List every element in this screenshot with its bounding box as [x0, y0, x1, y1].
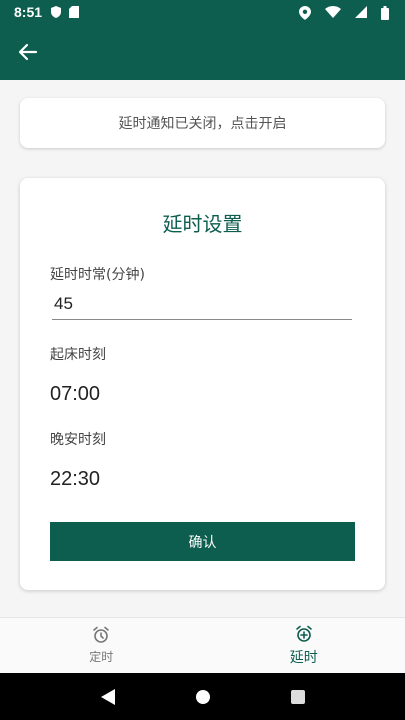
night-time-label: 晚安时刻: [50, 432, 106, 448]
system-recents-button[interactable]: [286, 685, 310, 709]
alarm-clock-icon: [93, 626, 110, 643]
nav-tab-label: 延时: [289, 649, 318, 666]
wake-time-label: 起床时刻: [50, 347, 106, 363]
bottom-nav: 定时 延时: [0, 617, 405, 673]
delay-settings-card: 延时设置 延时时常(分钟) 起床时刻 07:00 晚安时刻 22:30 确认: [20, 178, 385, 590]
alarm-add-icon: [295, 625, 312, 642]
nav-tab-schedule[interactable]: 定时: [0, 618, 203, 673]
location-icon: [299, 6, 311, 20]
delay-notice-toggle[interactable]: 延时通知已关闭，点击开启: [20, 98, 385, 148]
duration-label: 延时时常(分钟): [50, 267, 145, 283]
sd-card-icon: [68, 6, 80, 18]
duration-input[interactable]: [52, 290, 352, 318]
circle-home-icon: [195, 689, 210, 704]
back-button[interactable]: [16, 40, 40, 64]
system-home-button[interactable]: [191, 685, 215, 709]
arrow-left-icon: [18, 43, 38, 61]
night-time-value[interactable]: 22:30: [50, 468, 100, 491]
duration-field-wrapper: [52, 290, 352, 320]
signal-icon: [355, 6, 367, 18]
square-recents-icon: [290, 689, 305, 704]
confirm-button[interactable]: 确认: [50, 522, 355, 561]
nav-tab-delay[interactable]: 延时: [203, 618, 405, 673]
nav-tab-label: 定时: [89, 650, 114, 664]
battery-icon: [381, 6, 389, 20]
status-bar: 8:51: [0, 0, 405, 24]
wifi-icon: [325, 6, 341, 18]
system-back-button[interactable]: [96, 685, 120, 709]
triangle-back-icon: [100, 688, 115, 705]
card-title: 延时设置: [162, 212, 243, 236]
system-nav-bar: [0, 673, 405, 720]
wake-time-value[interactable]: 07:00: [50, 383, 100, 406]
shield-icon: [50, 6, 62, 18]
status-time: 8:51: [14, 4, 43, 20]
app-bar: [0, 24, 405, 80]
notice-text: 延时通知已关闭，点击开启: [118, 116, 287, 132]
